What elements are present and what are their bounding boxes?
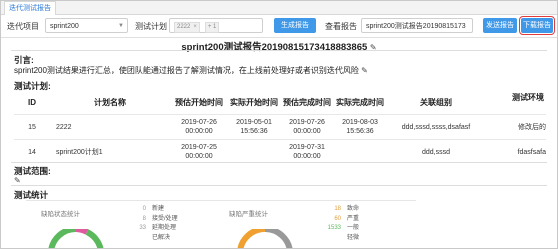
divider xyxy=(11,185,547,186)
chevron-down-icon: ▼ xyxy=(118,23,124,29)
legend-label: 新建 xyxy=(152,206,165,212)
legend-item: 0 新建 xyxy=(134,205,178,215)
legend-item: 轻微 xyxy=(321,234,359,244)
column-header: 测试环境 xyxy=(512,93,544,102)
cell-groups: ddd,sssd xyxy=(386,139,486,164)
defect-severity-legend: 18 致命 60 严重 1533 一般 轻微 xyxy=(321,205,359,243)
legend-item: 18 致命 xyxy=(321,205,359,215)
scope-row: ✎ xyxy=(14,175,21,185)
defect-status-legend: 0 新建 8 接受/处理 33 延期处理 已解决 xyxy=(134,205,178,244)
edit-icon[interactable]: ✎ xyxy=(361,66,368,75)
donut-segment xyxy=(75,229,89,235)
plan-label: 测试计划 xyxy=(135,22,167,31)
send-report-button[interactable]: 发送报告 xyxy=(483,18,517,33)
view-report-label: 查看报告 xyxy=(325,22,357,31)
legend-count: 33 xyxy=(139,225,146,231)
donut-segment xyxy=(264,229,293,248)
table-row[interactable]: 14 sprint200计划1 2019-07-25 00:00:00 2019… xyxy=(14,139,546,164)
cell-est-start: 2019-07-25 00:00:00 xyxy=(170,139,228,164)
iteration-select[interactable]: sprint200 ▼ xyxy=(45,18,128,33)
legend-label: 致命 xyxy=(347,206,360,212)
intro-text: sprint200测试结果进行汇总，使团队能通过报告了解测试情况，在上线前处理好… xyxy=(14,66,359,75)
tab-bar: 迭代测试报告 xyxy=(1,1,557,15)
legend-item: 33 延期处理 xyxy=(134,224,178,234)
legend-item: 8 接受/处理 xyxy=(134,215,178,225)
legend-count: 8 xyxy=(142,215,146,222)
defect-severity-donut xyxy=(237,229,293,248)
intro-row: sprint200测试结果进行汇总，使团队能通过报告了解测试情况，在上线前处理好… xyxy=(14,65,368,76)
legend-item: 1533 一般 xyxy=(321,224,359,234)
edit-icon[interactable]: ✎ xyxy=(14,176,21,185)
defect-status-donut xyxy=(48,229,104,248)
cell-id: 15 xyxy=(14,114,50,140)
cell-env: 修改后的 xyxy=(486,114,546,140)
cell-est-end: 2019-07-26 00:00:00 xyxy=(280,114,334,140)
cell-act-end xyxy=(334,139,386,164)
table-row[interactable]: 15 2222 2019-07-26 00:00:00 2019-05-01 1… xyxy=(14,114,546,140)
defect-severity-label: 缺陷严重统计 xyxy=(229,211,268,218)
cell-name: 2222 xyxy=(50,114,170,140)
divider xyxy=(11,162,547,163)
plan-table: ID 计划名称 预估开始时间 实际开始时间 预估完成时间 实际完成时间 关联组别… xyxy=(14,91,546,164)
iteration-select-value: sprint200 xyxy=(50,23,79,30)
tab-iteration-report[interactable]: 迭代测试报告 xyxy=(4,1,56,15)
generate-report-button[interactable]: 生成报告 xyxy=(274,18,316,33)
legend-label: 接受/处理 xyxy=(152,215,178,222)
report-select[interactable]: sprint200测试报告20190815173 xyxy=(361,18,473,33)
report-window: 迭代测试报告 迭代项目 sprint200 ▼ 测试计划 2222 × + 1 生… xyxy=(0,0,558,249)
plan-tag[interactable]: 2222 × xyxy=(174,22,200,33)
legend-item: 60 严重 xyxy=(321,215,359,225)
column-header: 实际完成时间 xyxy=(336,98,384,107)
legend-label: 一般 xyxy=(347,225,360,231)
plan-tag-label: 2222 xyxy=(177,24,191,30)
column-header: 计划名称 xyxy=(94,98,126,107)
column-header: 预估完成时间 xyxy=(283,98,331,107)
legend-label: 延期处理 xyxy=(152,225,177,231)
legend-label: 严重 xyxy=(347,215,360,222)
table-header-row: ID 计划名称 预估开始时间 实际开始时间 预估完成时间 实际完成时间 关联组别… xyxy=(14,91,546,115)
iteration-label: 迭代项目 xyxy=(7,22,39,31)
cell-groups: ddd,sssd,ssss,dsafasf xyxy=(386,114,486,140)
toolbar: 迭代项目 sprint200 ▼ 测试计划 2222 × + 1 生成报告 查看报… xyxy=(1,15,557,38)
report-select-value: sprint200测试报告20190815173 xyxy=(366,23,466,30)
cell-act-start xyxy=(228,139,280,164)
legend-label: 轻微 xyxy=(347,234,360,241)
donut-segment xyxy=(48,229,77,248)
column-header: 关联组别 xyxy=(420,98,452,107)
legend-item: 已解决 xyxy=(134,234,178,244)
cell-act-start: 2019-05-01 15:56:36 xyxy=(228,114,280,140)
legend-count: 18 xyxy=(334,206,341,212)
download-report-button[interactable]: 下载报告 xyxy=(519,16,555,35)
column-header: 预估开始时间 xyxy=(175,98,223,107)
divider xyxy=(11,50,547,51)
cell-act-end: 2019-08-03 15:56:36 xyxy=(334,114,386,140)
cell-env: fdasfsafa xyxy=(486,139,546,164)
plan-more-tag: + 1 xyxy=(204,22,220,33)
legend-count: 1533 xyxy=(327,225,341,231)
stats-box-border xyxy=(26,200,416,201)
close-icon[interactable]: × xyxy=(193,24,197,30)
column-header: ID xyxy=(28,98,36,107)
cell-est-end: 2019-07-31 00:00:00 xyxy=(280,139,334,164)
donut-segment xyxy=(237,229,266,248)
legend-count: 60 xyxy=(334,215,341,222)
column-header: 实际开始时间 xyxy=(230,98,278,107)
cell-est-start: 2019-07-26 00:00:00 xyxy=(170,114,228,140)
donut-segment xyxy=(85,229,104,248)
cell-id: 14 xyxy=(14,139,50,164)
report-title: sprint200测试报告20190815173418883865 xyxy=(181,42,368,53)
cell-name: sprint200计划1 xyxy=(50,139,170,164)
defect-status-label: 缺陷状态统计 xyxy=(41,211,80,218)
legend-label: 已解决 xyxy=(152,234,171,241)
legend-count: 0 xyxy=(142,206,146,212)
plan-select[interactable]: 2222 × + 1 xyxy=(169,18,263,33)
